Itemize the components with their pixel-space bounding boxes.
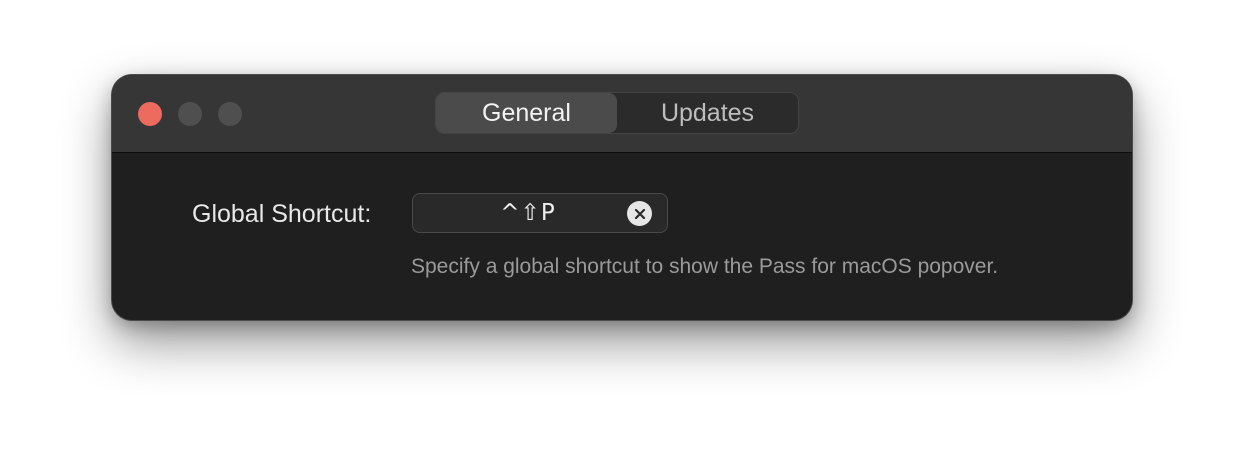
global-shortcut-label: Global Shortcut:: [192, 200, 372, 228]
clear-circle-x-icon: [634, 208, 645, 219]
preferences-tab-bar: General Updates: [435, 92, 799, 134]
minimize-button[interactable]: [178, 102, 202, 126]
global-shortcut-recorder[interactable]: ^⇧P: [412, 193, 668, 233]
preferences-window: General Updates Global Shortcut: ^⇧P Spe…: [112, 75, 1132, 320]
close-button[interactable]: [138, 102, 162, 126]
tab-updates[interactable]: Updates: [617, 93, 798, 133]
global-shortcut-description: Specify a global shortcut to show the Pa…: [411, 255, 999, 278]
shortcut-value: ^⇧P: [500, 200, 556, 226]
maximize-button[interactable]: [218, 102, 242, 126]
title-bar: General Updates: [112, 75, 1132, 153]
tab-general[interactable]: General: [436, 93, 617, 133]
clear-shortcut-button[interactable]: [627, 201, 652, 226]
